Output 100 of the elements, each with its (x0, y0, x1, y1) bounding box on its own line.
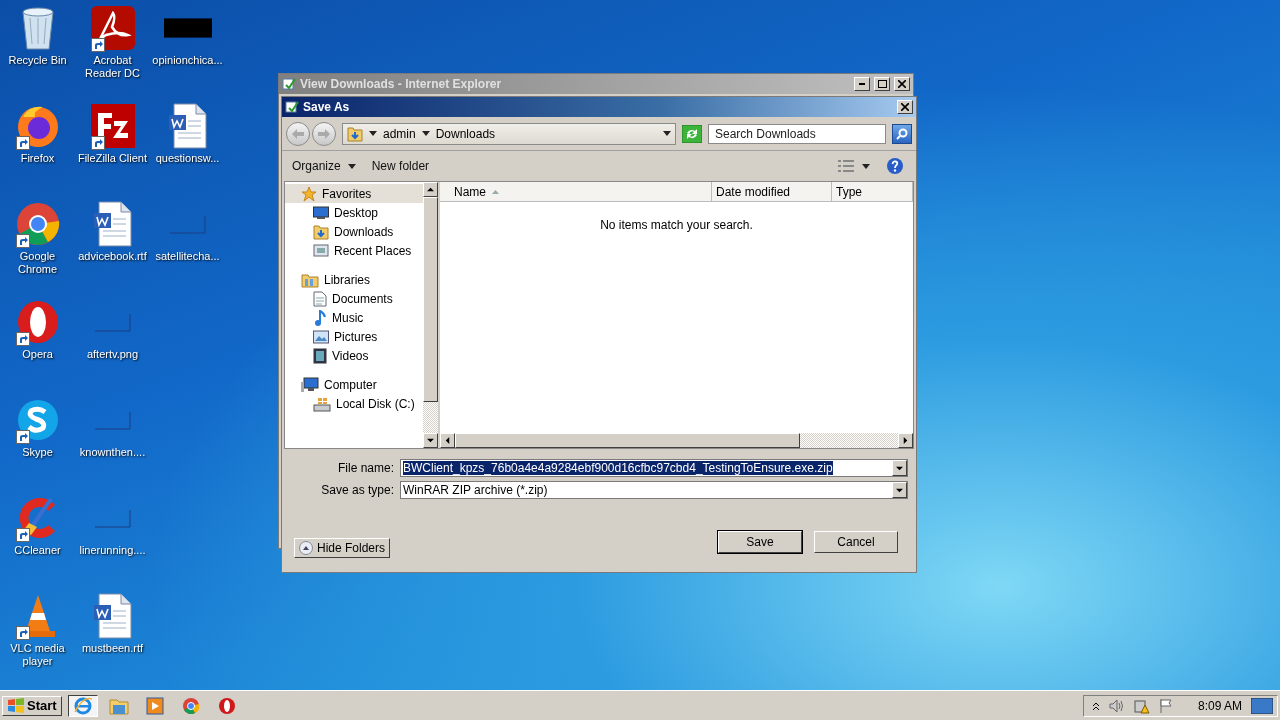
up-arrow-icon (427, 186, 434, 193)
desktop-icon[interactable]: Recycle Bin (0, 4, 75, 102)
empty-message: No items match your search. (600, 218, 753, 232)
star-icon (301, 185, 317, 202)
horizontal-scrollbar[interactable] (440, 433, 913, 448)
search-button[interactable] (892, 123, 912, 144)
desktop-icon[interactable]: satellitecha... (150, 200, 225, 298)
navigation-item[interactable]: Downloads (285, 222, 423, 241)
desktop-icon[interactable]: Skype (0, 396, 75, 494)
vertical-scrollbar[interactable] (423, 182, 438, 448)
close-icon (898, 80, 906, 88)
window-title: View Downloads - Internet Explorer (300, 77, 503, 91)
refresh-icon[interactable] (682, 124, 702, 143)
flag-icon[interactable] (1158, 697, 1173, 714)
pictures-icon (313, 329, 329, 344)
browser-icon (72, 695, 93, 716)
field-label: Save as type: (320, 483, 395, 497)
dialog-title: Save As (303, 100, 351, 114)
desktop-icon[interactable]: opinionchica... (150, 4, 225, 102)
caret-icon (862, 163, 870, 169)
caret-icon (896, 464, 903, 472)
navigation-item[interactable]: Local Disk (C:) (285, 394, 423, 413)
image-thumbnail-icon (163, 16, 212, 40)
hide-folders-button[interactable]: Hide Folders (294, 538, 391, 558)
recycle-bin-icon (19, 6, 56, 50)
back-button[interactable] (286, 121, 310, 146)
desktop-icon[interactable]: linerunning.... (75, 494, 150, 592)
desktop-icon[interactable]: questionsw... (150, 102, 225, 200)
maximize-button[interactable] (874, 77, 890, 91)
close-button[interactable] (894, 77, 910, 91)
navigation-item[interactable]: Libraries (285, 270, 423, 289)
computer-icon (301, 376, 319, 393)
address-bar[interactable]: admin Downloads (342, 122, 676, 145)
desktop-icon[interactable]: advicebook.rtf (75, 200, 150, 298)
navigation-item[interactable]: Videos (285, 346, 423, 365)
show-desktop-icon[interactable] (1251, 697, 1273, 714)
opera-icon (15, 299, 60, 345)
navigation-item[interactable]: Desktop (285, 203, 423, 222)
recent-places-icon (313, 242, 329, 259)
file-name-field[interactable]: BWClient_kpzs_76b0a4e4a9284ebf900d16cfbc97cbd4_TestingToEnsure.exe.zip (400, 459, 908, 477)
right-arrow-icon (318, 128, 330, 139)
drive-icon (313, 395, 331, 412)
desktop-icon[interactable]: mustbeen.rtf (75, 592, 150, 690)
libraries-icon (301, 271, 319, 288)
desktop-icon[interactable]: Opera (0, 298, 75, 396)
film-icon (313, 347, 327, 364)
desktop-icon[interactable]: Acrobat Reader DC (75, 4, 150, 102)
caret-icon (896, 486, 903, 494)
dialog-button[interactable]: Cancel (814, 531, 898, 553)
speaker-icon[interactable] (1108, 698, 1125, 713)
toolbar-button[interactable]: Organize (288, 156, 360, 176)
caret-icon (347, 163, 356, 169)
help-icon[interactable] (886, 157, 904, 175)
close-button[interactable] (897, 100, 913, 114)
caret-icon (369, 131, 377, 136)
desktop-icon[interactable]: VLC media player (0, 592, 75, 690)
start-button[interactable]: Start (2, 695, 62, 716)
windows-logo-icon (7, 697, 25, 714)
navigation-item[interactable]: Computer (285, 375, 423, 394)
music-note-icon (313, 309, 327, 326)
forward-button[interactable] (312, 121, 336, 146)
navigation-item[interactable]: Documents (285, 289, 423, 308)
filezilla-icon (89, 103, 136, 149)
taskbar-app[interactable] (67, 694, 98, 717)
right-arrow-icon (902, 437, 909, 444)
file-type-dropdown[interactable]: WinRAR ZIP archive (*.zip) (400, 481, 908, 499)
desktop-icon[interactable]: Firefox (0, 102, 75, 200)
dialog-button[interactable]: Save (718, 531, 802, 553)
column-header[interactable]: Type (832, 182, 913, 201)
folder-icon (108, 696, 129, 715)
dropdown-caret-icon (663, 131, 671, 136)
minimize-button[interactable] (854, 77, 870, 91)
column-header[interactable]: Date modified (712, 182, 832, 201)
desktop-icon[interactable]: knownthen.... (75, 396, 150, 494)
breadcrumb-item[interactable]: admin (383, 126, 416, 141)
word-document-icon (167, 103, 208, 149)
column-header[interactable]: Name (440, 182, 712, 201)
search-field[interactable]: Search Downloads (708, 123, 886, 144)
dropdown-button[interactable] (892, 460, 907, 476)
left-arrow-icon (444, 437, 451, 444)
desktop-icon[interactable]: aftertv.png (75, 298, 150, 396)
network-warning-icon[interactable] (1133, 697, 1150, 714)
dropdown-button[interactable] (892, 482, 907, 498)
navigation-item[interactable]: Music (285, 308, 423, 327)
desktop-icon[interactable]: Google Chrome (0, 200, 75, 298)
desktop-icon[interactable]: FileZilla Client (75, 102, 150, 200)
acrobat-icon (89, 5, 136, 51)
app-icon (285, 100, 299, 114)
navigation-item[interactable]: Recent Places (285, 241, 423, 260)
navigation-item[interactable]: Favorites (285, 184, 423, 203)
toolbar-button[interactable]: New folder (367, 156, 434, 176)
chrome-icon (181, 696, 200, 715)
navigation-item[interactable]: Pictures (285, 327, 423, 346)
left-arrow-icon (292, 128, 304, 139)
minimize-icon (859, 83, 865, 85)
clock[interactable]: 8:09 AM (1197, 698, 1242, 713)
breadcrumb-item[interactable]: Downloads (435, 126, 496, 141)
desktop-icon[interactable]: CCleaner (0, 494, 75, 592)
skype-icon (15, 398, 60, 442)
chevron-up-icon[interactable] (1091, 700, 1100, 711)
